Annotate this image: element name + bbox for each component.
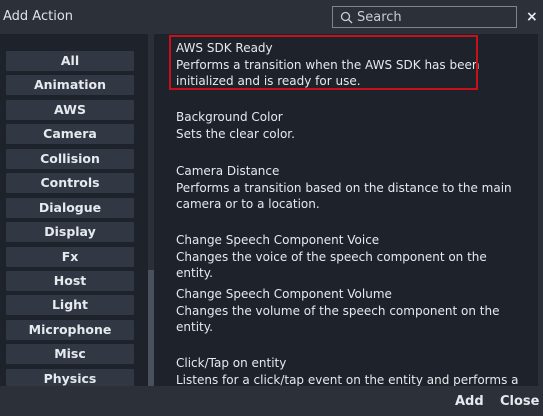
category-light[interactable]: Light bbox=[6, 295, 134, 315]
title-bar: Add Action × bbox=[0, 0, 543, 34]
category-dialogue[interactable]: Dialogue bbox=[6, 198, 134, 218]
close-button[interactable]: Close bbox=[500, 394, 539, 409]
action-item-aws-sdk-ready[interactable]: AWS SDK Ready Performs a transition when… bbox=[176, 40, 526, 89]
action-name: AWS SDK Ready bbox=[176, 41, 273, 55]
action-item-camera-distance[interactable]: Camera Distance Performs a transition ba… bbox=[176, 163, 526, 212]
action-list-scrollbar[interactable] bbox=[538, 34, 543, 386]
search-box[interactable] bbox=[332, 6, 517, 28]
category-all[interactable]: All bbox=[6, 51, 134, 71]
action-name: Click/Tap on entity bbox=[176, 356, 287, 370]
action-name: Change Speech Component Voice bbox=[176, 233, 380, 247]
action-name: Background Color bbox=[176, 110, 283, 124]
action-item-click-tap[interactable]: Click/Tap on entity Listens for a click/… bbox=[176, 355, 526, 386]
category-host[interactable]: Host bbox=[6, 271, 134, 291]
category-animation[interactable]: Animation bbox=[6, 75, 134, 95]
category-display[interactable]: Display bbox=[6, 222, 134, 242]
content-area: All Animation AWS Camera Collision Contr… bbox=[0, 34, 543, 389]
window-title: Add Action bbox=[3, 9, 74, 24]
category-fx[interactable]: Fx bbox=[6, 247, 134, 267]
category-collision[interactable]: Collision bbox=[6, 149, 134, 169]
action-name: Camera Distance bbox=[176, 164, 280, 178]
action-description: Changes the voice of the speech componen… bbox=[176, 250, 487, 280]
search-input[interactable] bbox=[357, 7, 515, 27]
action-item-change-speech-voice[interactable]: Change Speech Component Voice Changes th… bbox=[176, 232, 526, 281]
category-sidebar: All Animation AWS Camera Collision Contr… bbox=[0, 34, 148, 389]
action-description: Sets the clear color. bbox=[176, 127, 295, 141]
category-aws[interactable]: AWS bbox=[6, 100, 134, 120]
dialog-footer: Add Close bbox=[0, 386, 543, 416]
action-item-change-speech-volume[interactable]: Change Speech Component Volume Changes t… bbox=[176, 286, 526, 335]
add-button[interactable]: Add bbox=[455, 394, 484, 409]
search-icon bbox=[340, 11, 353, 24]
close-icon[interactable]: × bbox=[526, 9, 538, 25]
action-name: Change Speech Component Volume bbox=[176, 287, 392, 301]
action-list: AWS SDK Ready Performs a transition when… bbox=[154, 34, 538, 386]
action-description: Performs a transition when the AWS SDK h… bbox=[176, 58, 480, 88]
action-description: Changes the volume of the speech compone… bbox=[176, 304, 500, 334]
action-description: Performs a transition based on the dista… bbox=[176, 181, 512, 211]
category-misc[interactable]: Misc bbox=[6, 344, 134, 364]
category-microphone[interactable]: Microphone bbox=[6, 320, 134, 340]
category-controls[interactable]: Controls bbox=[6, 173, 134, 193]
action-item-background-color[interactable]: Background Color Sets the clear color. bbox=[176, 109, 526, 142]
action-description: Listens for a click/tap event on the ent… bbox=[176, 373, 519, 386]
category-camera[interactable]: Camera bbox=[6, 124, 134, 144]
